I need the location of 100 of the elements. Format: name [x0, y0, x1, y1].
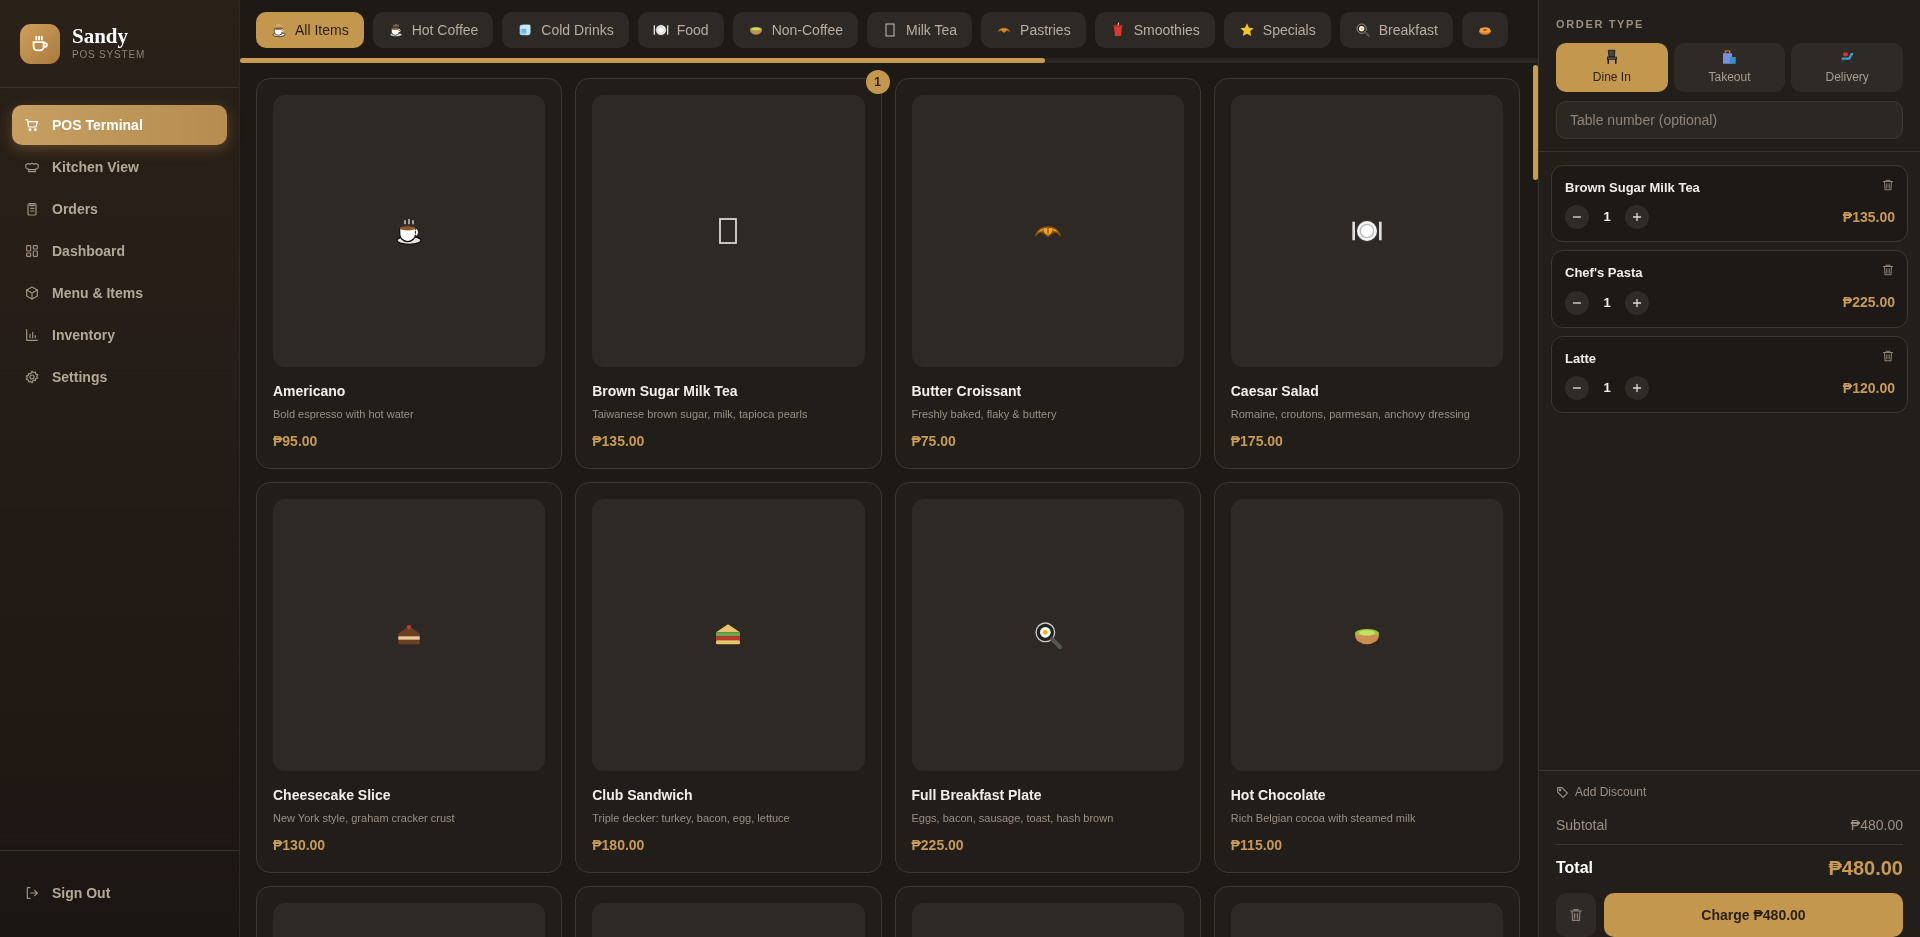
category-tab[interactable] [1461, 12, 1508, 48]
subtotal-value: ₱480.00 [1850, 816, 1903, 835]
product-card[interactable]: Americano Bold espresso with hot water ₱95.00 [256, 78, 563, 469]
product-name: Butter Croissant [911, 382, 1023, 402]
increase-button[interactable] [1625, 205, 1649, 229]
coffee-cup-icon [387, 22, 404, 38]
plus-icon [1632, 297, 1642, 308]
plus-icon [1632, 212, 1642, 222]
brand-subtitle: POS SYSTEM [72, 48, 145, 62]
quantity-badge: 1 [865, 70, 890, 94]
product-card[interactable]: Cheesecake Slice New York style, graham cracker crust ₱130.00 [256, 481, 563, 873]
nav-item[interactable]: Inventory [12, 315, 227, 355]
quantity-value: 1 [1602, 293, 1612, 312]
dashboard-icon [24, 243, 40, 259]
product-price: ₱95.00 [273, 431, 319, 451]
product-price: ₱180.00 [592, 835, 646, 855]
product-description: Rich Belgian cocoa with steamed milk [1230, 811, 1417, 826]
plate-icon [652, 22, 669, 38]
quantity-value: 1 [1602, 208, 1612, 227]
category-tab[interactable]: Specials [1223, 12, 1331, 48]
nav-item[interactable]: Kitchen View [12, 147, 227, 187]
nav-item[interactable]: Orders [12, 189, 227, 229]
product-price: ₱130.00 [273, 835, 327, 855]
charge-button[interactable]: Charge ₱480.00 [1604, 893, 1903, 937]
product-price: ₱75.00 [911, 431, 957, 451]
product-description: New York style, graham cracker crust [273, 811, 456, 826]
product-description: Eggs, bacon, sausage, toast, hash brown [911, 811, 1115, 826]
category-tab[interactable]: Cold Drinks [502, 12, 629, 48]
add-discount-link[interactable]: Add Discount [1556, 783, 1647, 801]
product-card[interactable]: Full Breakfast Plate Eggs, bacon, sausage, toast, hash brown ₱225.00 [894, 481, 1201, 873]
product-card[interactable]: Caesar Salad Romaine, croutons, parmesan, anchovy dressing ₱175.00 [1213, 78, 1520, 469]
product-name: Club Sandwich [592, 786, 694, 805]
order-type-tab[interactable]: Takeout [1673, 42, 1786, 92]
order-type-tab[interactable]: Dine In [1556, 42, 1668, 92]
total-value: ₱480.00 [1828, 856, 1903, 881]
product-description: Bold espresso with hot water [273, 407, 415, 423]
cart-item-price: ₱135.00 [1842, 207, 1895, 227]
section-heading: ORDER TYPE [1556, 17, 1645, 32]
scrollbar-thumb[interactable] [240, 58, 1045, 63]
coffee-cup-icon [271, 22, 287, 38]
product-card[interactable]: Hot Chocolate Rich Belgian cocoa with steamed milk ₱115.00 [1213, 481, 1520, 873]
trash-icon [1881, 348, 1895, 363]
cart-icon [24, 117, 40, 133]
tag-icon [1556, 785, 1569, 799]
category-tab[interactable]: Pastries [981, 12, 1086, 48]
total-label: Total [1556, 858, 1594, 878]
increase-button[interactable] [1625, 290, 1649, 315]
decrease-button[interactable] [1565, 290, 1589, 315]
product-card[interactable]: Butter Croissant Freshly baked, flaky & buttery ₱75.00 [894, 78, 1201, 469]
product-card[interactable]: Club Sandwich Triple decker: turkey, bacon, egg, lettuce ₱180.00 [575, 481, 882, 873]
cart-item-price: ₱120.00 [1842, 378, 1895, 398]
category-tab[interactable]: All Items [256, 12, 364, 48]
product-description: Romaine, croutons, parmesan, anchovy dressing [1230, 407, 1471, 423]
frying-pan-icon [1354, 22, 1371, 38]
product-price: ₱175.00 [1230, 431, 1284, 451]
delete-button[interactable] [1881, 177, 1895, 192]
category-tab[interactable]: Hot Coffee [372, 12, 494, 48]
category-tab[interactable]: Smoothies [1094, 12, 1215, 48]
product-name: Hot Chocolate [1230, 786, 1327, 805]
table-number-field[interactable]: Table number (optional) [1556, 100, 1903, 139]
logo-icon [20, 23, 60, 64]
clipboard-icon [24, 201, 40, 217]
cart-item-name: Latte [1565, 349, 1597, 368]
trash-icon [1881, 177, 1895, 192]
delete-button[interactable] [1881, 348, 1895, 363]
product-name: Americano [273, 382, 347, 402]
product-name: Caesar Salad [1230, 382, 1320, 402]
category-tab[interactable]: Food [637, 12, 724, 48]
product-price: ₱225.00 [911, 835, 965, 855]
category-tab[interactable]: Non-Coffee [732, 12, 858, 48]
product-name: Brown Sugar Milk Tea [592, 382, 739, 402]
cart-item-name: Brown Sugar Milk Tea [1565, 178, 1700, 197]
nav-item[interactable]: Settings [12, 357, 227, 397]
clear-order-button[interactable] [1556, 893, 1596, 937]
cart-item-price: ₱225.00 [1842, 293, 1895, 312]
delete-button[interactable] [1881, 263, 1895, 277]
trash-icon [1881, 263, 1895, 277]
nav-item[interactable]: Menu & Items [12, 273, 227, 313]
star-icon [1238, 22, 1255, 38]
product-description: Triple decker: turkey, bacon, egg, lettuce [592, 811, 791, 826]
product-description: Taiwanese brown sugar, milk, tapioca pearls [592, 407, 809, 423]
order-type-tab[interactable]: Delivery [1791, 42, 1903, 92]
subtotal-label: Subtotal [1556, 816, 1608, 835]
scrollbar-thumb[interactable] [1533, 65, 1538, 180]
sign-out-button[interactable]: Sign Out [12, 873, 123, 913]
product-price: ₱135.00 [592, 431, 646, 451]
quantity-value: 1 [1602, 379, 1612, 398]
product-name: Full Breakfast Plate [911, 786, 1043, 805]
shopping-bag-icon [1720, 48, 1739, 66]
category-tab[interactable]: Breakfast [1339, 12, 1453, 48]
decrease-button[interactable] [1565, 376, 1589, 400]
increase-button[interactable] [1625, 376, 1649, 400]
category-tab[interactable]: Milk Tea [867, 12, 973, 48]
package-icon [24, 285, 40, 301]
nav-item[interactable]: Dashboard [12, 231, 227, 271]
bar-chart-icon [24, 327, 40, 343]
product-description: Freshly baked, flaky & buttery [911, 407, 1058, 423]
plus-icon [1632, 383, 1642, 393]
decrease-button[interactable] [1565, 205, 1589, 229]
cart-item-name: Chef's Pasta [1565, 264, 1643, 282]
